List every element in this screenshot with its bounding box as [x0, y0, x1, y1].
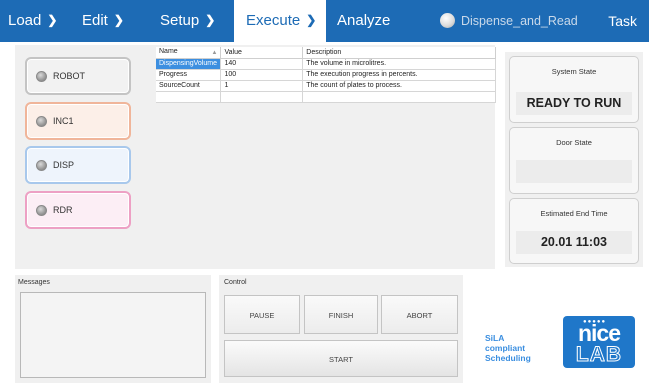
system-state-value: READY TO RUN: [516, 92, 632, 115]
sila-compliance-text: SiLA compliant Scheduling: [485, 333, 531, 363]
param-name-cell[interactable]: Progress: [156, 69, 222, 81]
table-row[interactable]: DispensingVolume 140 The volume in micro…: [156, 58, 496, 70]
empty-cell[interactable]: [156, 91, 222, 103]
system-state-title: System State: [551, 67, 597, 76]
nav-edit-label: Edit: [82, 12, 108, 29]
param-name-cell[interactable]: SourceCount: [156, 80, 222, 92]
param-name-cell[interactable]: DispensingVolume: [156, 58, 222, 70]
sort-ascending-icon: ▲: [211, 50, 218, 57]
device-label: DISP: [53, 160, 75, 170]
device-robot-button[interactable]: ROBOT: [25, 57, 131, 95]
param-description-cell: The volume in microlitres.: [302, 58, 496, 70]
nav-execute-label: Execute: [246, 12, 301, 29]
end-time-title: Estimated End Time: [540, 209, 608, 218]
nav-edit[interactable]: Edit ❯: [82, 0, 142, 42]
table-header-row: Name ▲ Value Description: [156, 47, 496, 59]
chevron-right-icon: ❯: [306, 13, 317, 27]
end-time-value: 20.01 11:03: [516, 231, 632, 254]
device-rdr-button[interactable]: RDR: [25, 191, 131, 229]
device-disp-button[interactable]: DISP: [25, 146, 131, 184]
status-led-icon: [36, 160, 47, 171]
sila-line: SiLA: [485, 333, 505, 343]
nav-setup-label: Setup: [160, 12, 200, 29]
process-name: Dispense_and_Read: [461, 14, 578, 28]
column-header-name[interactable]: Name ▲: [156, 47, 222, 59]
status-led-icon: [36, 205, 47, 216]
nav-task[interactable]: Task: [608, 0, 637, 42]
nav-load[interactable]: Load ❯: [8, 0, 68, 42]
start-button[interactable]: START: [224, 340, 458, 377]
door-state-title: Door State: [556, 138, 592, 147]
device-label: RDR: [53, 205, 73, 215]
status-light-icon: [440, 13, 455, 28]
pause-button[interactable]: PAUSE: [224, 295, 300, 334]
device-label: INC1: [53, 116, 74, 126]
messages-box[interactable]: [20, 292, 206, 378]
nav-execute[interactable]: Execute ❯: [234, 0, 326, 42]
nicelab-logo: ●●●●● nice LAB: [563, 316, 635, 368]
param-value-cell[interactable]: 140: [220, 58, 304, 70]
column-header-name-label: Name: [159, 48, 178, 56]
sila-line: compliant: [485, 343, 526, 353]
abort-button[interactable]: ABORT: [381, 295, 458, 334]
logo-lab-text: LAB: [575, 343, 623, 367]
device-label: ROBOT: [53, 71, 86, 81]
param-description-cell: The execution progress in percents.: [302, 69, 496, 81]
end-time-card: Estimated End Time 20.01 11:03: [509, 198, 639, 264]
param-description-cell: The count of plates to process.: [302, 80, 496, 92]
table-empty-row[interactable]: [156, 91, 496, 103]
control-group: Control PAUSE FINISH ABORT START: [219, 275, 463, 383]
device-inc1-button[interactable]: INC1: [25, 102, 131, 140]
nav-setup[interactable]: Setup ❯: [160, 0, 226, 42]
nav-load-label: Load: [8, 12, 42, 29]
table-row[interactable]: SourceCount 1 The count of plates to pro…: [156, 80, 496, 92]
empty-cell: [302, 91, 496, 103]
messages-label: Messages: [18, 279, 50, 286]
finish-button[interactable]: FINISH: [304, 295, 378, 334]
column-header-description[interactable]: Description: [302, 47, 496, 59]
chevron-right-icon: ❯: [47, 13, 58, 27]
nav-analyze-label: Analyze: [337, 12, 391, 29]
param-value-cell[interactable]: 1: [220, 80, 304, 92]
param-value-cell[interactable]: 100: [220, 69, 304, 81]
column-header-value[interactable]: Value: [220, 47, 304, 59]
messages-group: Messages: [15, 275, 211, 383]
status-led-icon: [36, 116, 47, 127]
chevron-right-icon: ❯: [205, 13, 216, 27]
execution-panel: ROBOT INC1 DISP RDR Name ▲ Value Descript…: [15, 45, 496, 269]
empty-cell[interactable]: [220, 91, 304, 103]
door-state-card: Door State: [509, 127, 639, 194]
chevron-right-icon: ❯: [113, 13, 124, 27]
system-state-card: System State READY TO RUN: [509, 56, 639, 123]
nav-analyze[interactable]: Analyze: [337, 0, 397, 42]
door-state-value: [516, 160, 632, 183]
control-label: Control: [224, 279, 247, 286]
table-row[interactable]: Progress 100 The execution progress in p…: [156, 69, 496, 81]
top-nav-bar: Load ❯ Edit ❯ Setup ❯ Execute ❯ Analyze Disp…: [0, 0, 649, 42]
parameter-table: Name ▲ Value Description DispensingVolume…: [156, 47, 496, 103]
sila-line: Scheduling: [485, 353, 531, 363]
status-led-icon: [36, 71, 47, 82]
state-panel: System State READY TO RUN Door State Est…: [505, 52, 643, 267]
